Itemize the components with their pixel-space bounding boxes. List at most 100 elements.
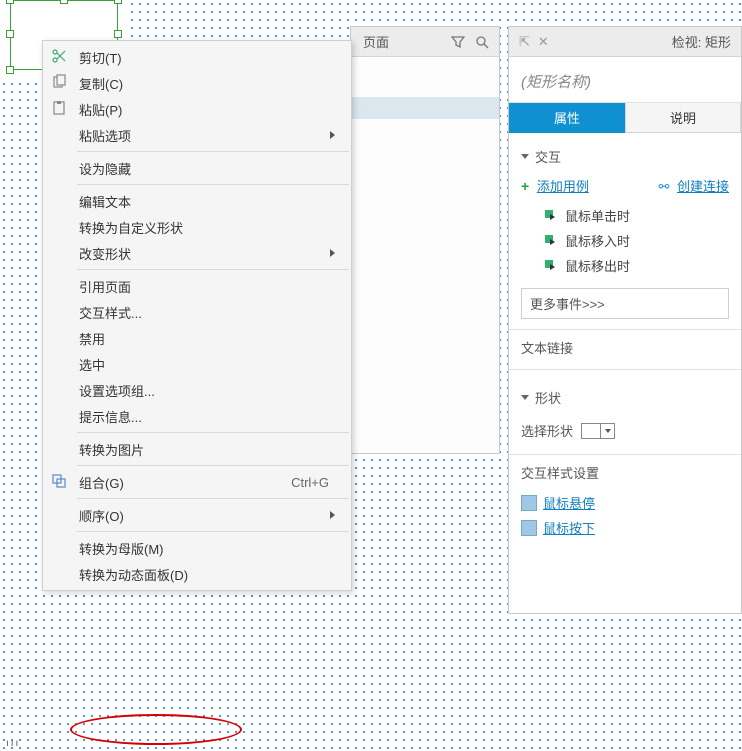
- menu-edit-text-label: 编辑文本: [79, 192, 335, 211]
- menu-reference-page[interactable]: 引用页面: [43, 273, 351, 299]
- menu-group-label: 组合(G): [79, 473, 291, 492]
- press-icon: [521, 520, 537, 536]
- menu-copy[interactable]: 复制(C): [43, 70, 351, 96]
- text-link-label: 文本链接: [509, 334, 741, 365]
- menu-separator: [77, 465, 349, 466]
- menu-cut-label: 剪切(T): [79, 48, 335, 67]
- copy-icon: [51, 74, 69, 92]
- menu-set-hidden-label: 设为隐藏: [79, 159, 335, 178]
- section-shape-title[interactable]: 形状: [521, 388, 729, 407]
- menu-to-master[interactable]: 转换为母版(M): [43, 535, 351, 561]
- menu-disable[interactable]: 禁用: [43, 325, 351, 351]
- event-icon: [543, 233, 559, 249]
- style-hover-link[interactable]: 鼠标悬停: [509, 490, 741, 515]
- shape-dropdown-button[interactable]: [601, 423, 615, 439]
- tab-properties[interactable]: 属性: [509, 103, 625, 133]
- menu-copy-label: 复制(C): [79, 74, 335, 93]
- divider: [509, 329, 741, 330]
- widget-name-field[interactable]: (矩形名称): [509, 57, 741, 103]
- event-mouseenter[interactable]: 鼠标移入时: [521, 228, 729, 253]
- page-row-selected[interactable]: [351, 97, 499, 119]
- inspector-panel: ⇱ ✕ 检视: 矩形 (矩形名称) 属性 说明 交互 + 添加用例 ⚯ 创建连接…: [508, 26, 742, 614]
- menu-to-custom-shape[interactable]: 转换为自定义形状: [43, 214, 351, 240]
- menu-disable-label: 禁用: [79, 329, 335, 348]
- context-menu: 剪切(T) 复制(C) 粘贴(P) 粘贴选项 设为隐藏 编辑文本 转换为自定义形…: [42, 40, 352, 591]
- style-hover-label: 鼠标悬停: [543, 493, 595, 512]
- ruler-marks: ııı: [6, 738, 20, 749]
- section-shape: 形状: [509, 374, 741, 417]
- divider: [509, 454, 741, 455]
- pin-icon[interactable]: ⇱: [519, 34, 530, 50]
- menu-separator: [77, 184, 349, 185]
- event-click-label: 鼠标单击时: [565, 206, 630, 225]
- menu-hint[interactable]: 提示信息...: [43, 403, 351, 429]
- menu-to-image[interactable]: 转换为图片: [43, 436, 351, 462]
- menu-interaction-styles-label: 交互样式...: [79, 303, 335, 322]
- menu-selected-label: 选中: [79, 355, 335, 374]
- search-icon[interactable]: [473, 33, 491, 51]
- add-case-link[interactable]: + 添加用例: [521, 176, 589, 195]
- choose-shape-label: 选择形状: [521, 421, 573, 440]
- menu-set-hidden[interactable]: 设为隐藏: [43, 155, 351, 181]
- plus-icon: +: [521, 178, 529, 194]
- menu-to-dynamic-panel-label: 转换为动态面板(D): [79, 565, 335, 584]
- menu-order[interactable]: 顺序(O): [43, 502, 351, 528]
- menu-selected[interactable]: 选中: [43, 351, 351, 377]
- menu-to-dynamic-panel[interactable]: 转换为动态面板(D): [43, 561, 351, 587]
- menu-paste[interactable]: 粘贴(P): [43, 96, 351, 122]
- create-link-label: 创建连接: [677, 179, 729, 194]
- divider: [509, 369, 741, 370]
- inspector-header: ⇱ ✕ 检视: 矩形: [509, 27, 741, 57]
- style-settings-label: 交互样式设置: [509, 459, 741, 490]
- caret-down-icon: [605, 429, 611, 433]
- menu-cut[interactable]: 剪切(T): [43, 44, 351, 70]
- menu-group[interactable]: 组合(G) Ctrl+G: [43, 469, 351, 495]
- chevron-down-icon: [521, 154, 529, 159]
- interaction-actions-row: + 添加用例 ⚯ 创建连接: [521, 172, 729, 203]
- filter-icon[interactable]: [449, 33, 467, 51]
- menu-to-image-label: 转换为图片: [79, 440, 335, 459]
- event-mouseleave-label: 鼠标移出时: [565, 256, 630, 275]
- close-icon[interactable]: ✕: [538, 34, 549, 50]
- resize-handle-ml[interactable]: [6, 30, 14, 38]
- resize-handle-mr[interactable]: [114, 30, 122, 38]
- pages-list: [351, 57, 499, 119]
- menu-paste-options[interactable]: 粘贴选项: [43, 122, 351, 148]
- menu-separator: [77, 269, 349, 270]
- hover-icon: [521, 495, 537, 511]
- resize-handle-bl[interactable]: [6, 66, 14, 74]
- menu-option-group-label: 设置选项组...: [79, 381, 335, 400]
- inspector-title: 检视: 矩形: [672, 32, 731, 51]
- menu-to-master-label: 转换为母版(M): [79, 539, 335, 558]
- more-events-button[interactable]: 更多事件>>>: [521, 288, 729, 319]
- menu-option-group[interactable]: 设置选项组...: [43, 377, 351, 403]
- menu-separator: [77, 531, 349, 532]
- choose-shape-row: 选择形状: [509, 417, 741, 450]
- menu-separator: [77, 151, 349, 152]
- resize-handle-tr[interactable]: [114, 0, 122, 4]
- resize-handle-tl[interactable]: [6, 0, 14, 4]
- menu-change-shape[interactable]: 改变形状: [43, 240, 351, 266]
- style-press-link[interactable]: 鼠标按下: [509, 515, 741, 540]
- style-press-label: 鼠标按下: [543, 518, 595, 537]
- event-click[interactable]: 鼠标单击时: [521, 203, 729, 228]
- shape-swatch[interactable]: [581, 423, 601, 439]
- pages-panel-header: 页面: [351, 27, 499, 57]
- menu-edit-text[interactable]: 编辑文本: [43, 188, 351, 214]
- pages-panel: 页面: [350, 26, 500, 454]
- menu-paste-options-label: 粘贴选项: [79, 126, 322, 145]
- chevron-down-icon: [521, 395, 529, 400]
- resize-handle-tm[interactable]: [60, 0, 68, 4]
- section-interactions: 交互 + 添加用例 ⚯ 创建连接 鼠标单击时 鼠标移入时 鼠标移出时: [509, 133, 741, 282]
- create-link-link[interactable]: ⚯ 创建连接: [658, 176, 729, 195]
- menu-interaction-styles[interactable]: 交互样式...: [43, 299, 351, 325]
- event-mouseenter-label: 鼠标移入时: [565, 231, 630, 250]
- menu-separator: [77, 432, 349, 433]
- event-mouseleave[interactable]: 鼠标移出时: [521, 253, 729, 278]
- tab-notes[interactable]: 说明: [625, 103, 741, 133]
- submenu-arrow-icon: [330, 511, 335, 519]
- group-icon: [51, 473, 69, 491]
- section-interactions-title[interactable]: 交互: [521, 147, 729, 166]
- menu-reference-page-label: 引用页面: [79, 277, 335, 296]
- menu-to-custom-shape-label: 转换为自定义形状: [79, 218, 335, 237]
